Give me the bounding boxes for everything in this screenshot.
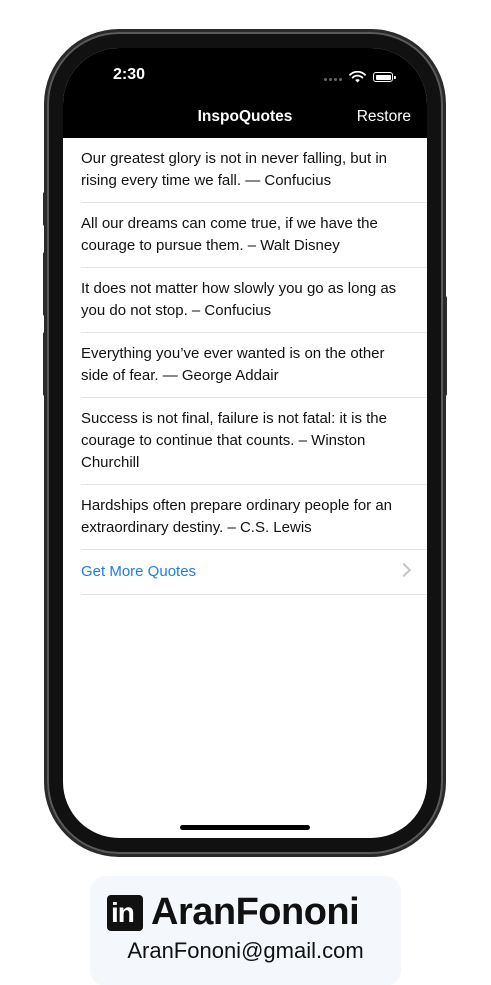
quote-row[interactable]: It does not matter how slowly you go as … <box>81 268 427 333</box>
phone-screen: 2:30 InspoQuotes Restore Our greatest gl… <box>63 48 427 838</box>
quote-text: All our dreams can come true, if we have… <box>81 215 378 254</box>
quote-row[interactable]: Everything you’ve ever wanted is on the … <box>81 333 427 398</box>
quote-text: Everything you’ve ever wanted is on the … <box>81 345 385 384</box>
contact-card: in AranFononi AranFononi@gmail.com <box>90 876 401 985</box>
quote-row[interactable]: All our dreams can come true, if we have… <box>81 203 427 268</box>
battery-icon <box>373 72 396 82</box>
quote-text: Hardships often prepare ordinary people … <box>81 497 393 536</box>
quote-row[interactable]: Hardships often prepare ordinary people … <box>81 485 427 550</box>
power-button <box>443 296 447 396</box>
quote-text: Our greatest glory is not in never falli… <box>81 150 387 189</box>
contact-email: AranFononi@gmail.com <box>127 938 364 963</box>
signal-dots-icon <box>322 68 342 86</box>
status-time: 2:30 <box>113 66 146 83</box>
stage: 2:30 InspoQuotes Restore Our greatest gl… <box>0 0 491 985</box>
status-icons <box>322 68 396 86</box>
restore-button[interactable]: Restore <box>357 108 411 126</box>
quote-row[interactable]: Success is not final, failure is not fat… <box>81 398 427 485</box>
navigation-bar: 2:30 InspoQuotes Restore <box>63 48 427 138</box>
get-more-quotes-row[interactable]: Get More Quotes <box>81 550 427 595</box>
chevron-right-icon <box>396 562 412 578</box>
quote-text: It does not matter how slowly you go as … <box>81 280 397 319</box>
get-more-quotes-label: Get More Quotes <box>81 563 197 580</box>
quote-row[interactable]: Our greatest glory is not in never falli… <box>81 138 427 203</box>
quote-text: Success is not final, failure is not fat… <box>81 410 387 471</box>
linkedin-icon: in <box>107 894 143 931</box>
contact-name: AranFononi <box>151 891 360 933</box>
contact-name-row: in AranFononi <box>107 891 360 934</box>
wifi-icon <box>349 71 366 83</box>
home-indicator[interactable] <box>180 825 310 830</box>
quote-list: Our greatest glory is not in never falli… <box>63 138 427 595</box>
